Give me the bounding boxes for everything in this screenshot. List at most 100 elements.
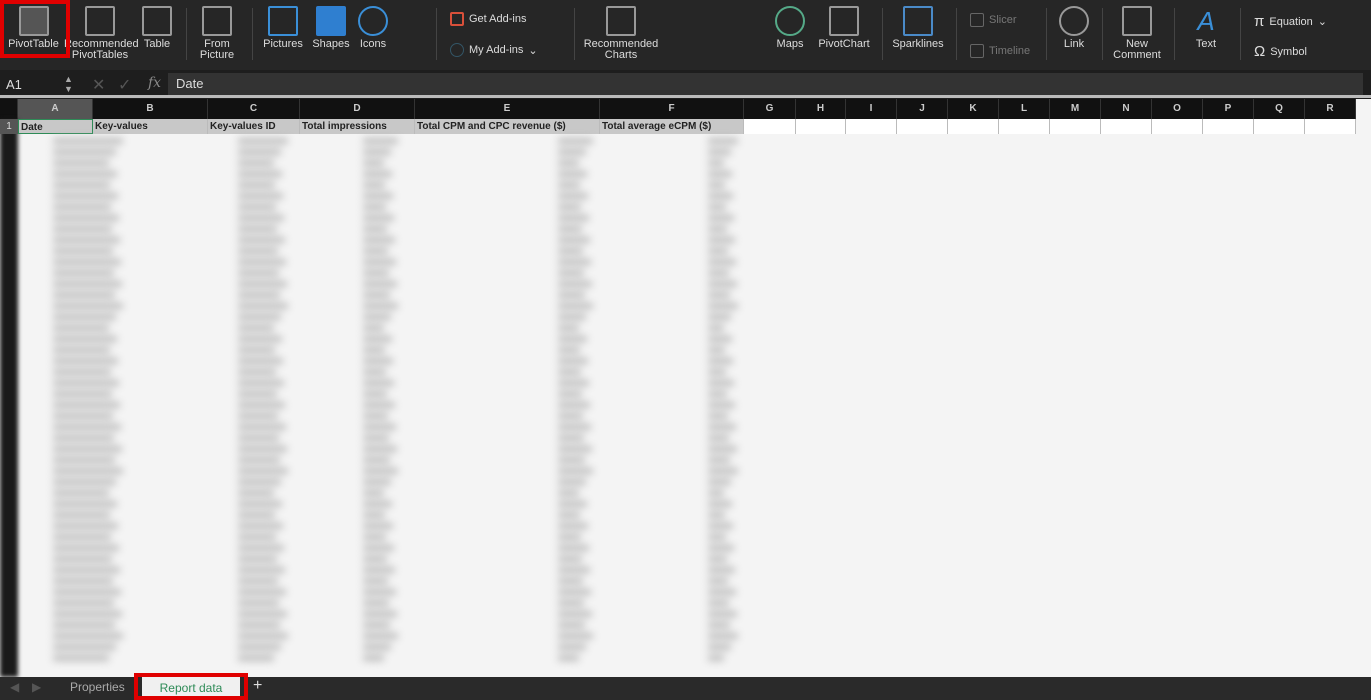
blurred-cell	[363, 435, 389, 441]
cell-m1[interactable]	[1050, 119, 1101, 134]
cell-n1[interactable]	[1101, 119, 1152, 134]
blurred-cell	[558, 490, 579, 496]
name-box[interactable]: A1	[6, 77, 22, 92]
cell-j1[interactable]	[897, 119, 948, 134]
blurred-cell	[708, 534, 726, 540]
cell-q1[interactable]	[1254, 119, 1305, 134]
cell-o1[interactable]	[1152, 119, 1203, 134]
globe-icon	[775, 6, 805, 36]
blurred-cell	[53, 182, 110, 188]
column-header-m[interactable]: M	[1050, 99, 1101, 119]
spreadsheet-grid[interactable]: ABCDEFGHIJKLMNOPQR 1 Date Key-values Key-v…	[0, 99, 1371, 677]
column-header-q[interactable]: Q	[1254, 99, 1305, 119]
prev-sheet-icon[interactable]: ◀	[10, 680, 19, 694]
column-header-n[interactable]: N	[1101, 99, 1152, 119]
pivotchart-button[interactable]: PivotChart	[814, 6, 874, 50]
name-box-stepper-icon[interactable]: ▲ ▼	[64, 74, 73, 94]
next-sheet-icon[interactable]: ▶	[32, 680, 41, 694]
column-header-r[interactable]: R	[1305, 99, 1356, 119]
symbol-button[interactable]: Ω Symbol	[1254, 43, 1307, 60]
sparklines-button[interactable]: Sparklines	[890, 6, 946, 50]
column-header-h[interactable]: H	[796, 99, 846, 119]
column-header-g[interactable]: G	[744, 99, 796, 119]
link-button[interactable]: Link	[1056, 6, 1092, 50]
column-header-c[interactable]: C	[208, 99, 300, 119]
blurred-cell	[708, 292, 730, 298]
blurred-cell	[238, 457, 280, 463]
column-header-i[interactable]: I	[846, 99, 897, 119]
column-header-f[interactable]: F	[600, 99, 744, 119]
table-button[interactable]: Table	[140, 6, 174, 50]
timeline-button[interactable]: Timeline	[970, 44, 1030, 58]
function-icon[interactable]: fx	[148, 75, 161, 91]
cell-r1[interactable]	[1305, 119, 1356, 134]
my-addins-button[interactable]: My Add-ins ⌄	[450, 43, 538, 57]
blurred-cell	[708, 655, 724, 661]
blurred-cell	[363, 523, 393, 529]
column-header-p[interactable]: P	[1203, 99, 1254, 119]
row-headers[interactable]	[0, 119, 18, 677]
column-header-e[interactable]: E	[415, 99, 600, 119]
header-cell-d[interactable]: Total impressions	[300, 119, 415, 134]
header-cell-b[interactable]: Key-values	[93, 119, 208, 134]
blurred-cell	[363, 391, 387, 397]
blurred-cell	[708, 160, 724, 166]
column-header-j[interactable]: J	[897, 99, 948, 119]
sheet-tab-properties[interactable]: Properties	[70, 680, 125, 694]
blurred-cell	[708, 281, 737, 287]
blurred-cell	[238, 193, 283, 199]
pictures-button[interactable]: Pictures	[260, 6, 306, 50]
row-header-1[interactable]: 1	[0, 119, 18, 134]
blurred-cell	[238, 248, 278, 254]
cell-l1[interactable]	[999, 119, 1050, 134]
header-cell-a[interactable]: Date	[18, 119, 93, 134]
icons-button[interactable]: Icons	[356, 6, 390, 50]
column-header-k[interactable]: K	[948, 99, 999, 119]
blurred-cell	[558, 237, 590, 243]
shapes-button[interactable]: Shapes	[310, 6, 352, 50]
select-all-button[interactable]	[0, 99, 18, 119]
blurred-cell	[53, 391, 112, 397]
from-picture-button[interactable]: From Picture	[194, 6, 240, 61]
header-cell-c[interactable]: Key-values ID	[208, 119, 300, 134]
cell-g1[interactable]	[744, 119, 796, 134]
blurred-cell	[238, 479, 281, 485]
blurred-cell	[53, 336, 117, 342]
column-header-a[interactable]: A	[18, 99, 93, 119]
maps-button[interactable]: Maps	[772, 6, 808, 50]
recommended-pivottables-button[interactable]: Recommended PivotTables	[64, 6, 139, 61]
blurred-cell	[708, 336, 732, 342]
new-comment-button[interactable]: New Comment	[1110, 6, 1164, 61]
recommended-charts-button[interactable]: Recommended Charts	[582, 6, 660, 61]
blurred-cell	[53, 237, 120, 243]
cell-p1[interactable]	[1203, 119, 1254, 134]
slicer-button[interactable]: Slicer	[970, 13, 1017, 27]
blurred-cell	[53, 160, 109, 166]
cell-i1[interactable]	[846, 119, 897, 134]
text-button[interactable]: A Text	[1186, 6, 1226, 50]
formula-input[interactable]: Date	[168, 73, 1363, 95]
blurred-cell	[708, 622, 730, 628]
column-header-l[interactable]: L	[999, 99, 1050, 119]
column-header-d[interactable]: D	[300, 99, 415, 119]
blurred-cell	[53, 567, 120, 573]
add-sheet-button[interactable]: +	[253, 677, 262, 695]
blurred-cell	[708, 644, 731, 650]
blurred-cell	[708, 226, 727, 232]
column-header-b[interactable]: B	[93, 99, 208, 119]
blurred-cell	[558, 138, 593, 144]
cell-k1[interactable]	[948, 119, 999, 134]
enter-icon[interactable]: ✓	[118, 75, 131, 95]
column-header-o[interactable]: O	[1152, 99, 1203, 119]
get-addins-button[interactable]: Get Add-ins	[450, 12, 526, 26]
equation-button[interactable]: π Equation ⌄	[1254, 13, 1327, 30]
table-icon	[142, 6, 172, 36]
blurred-cell	[53, 578, 113, 584]
cancel-icon[interactable]: ✕	[92, 75, 105, 95]
header-cell-e[interactable]: Total CPM and CPC revenue ($)	[415, 119, 600, 134]
cell-h1[interactable]	[796, 119, 846, 134]
blurred-cell	[363, 611, 397, 617]
blurred-cell	[238, 314, 281, 320]
blurred-cell	[363, 281, 397, 287]
header-cell-f[interactable]: Total average eCPM ($)	[600, 119, 744, 134]
